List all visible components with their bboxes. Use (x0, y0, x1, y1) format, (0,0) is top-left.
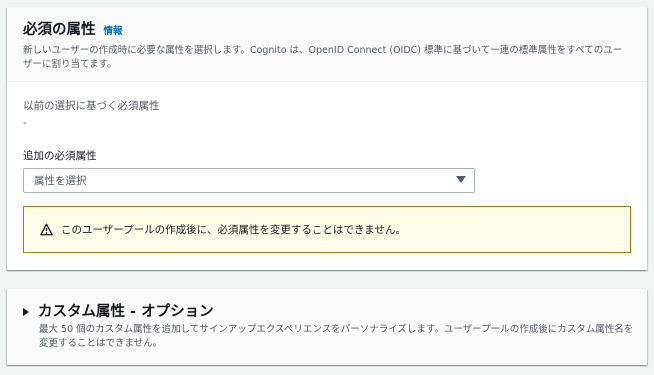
title-row: 必須の属性 情報 (23, 20, 631, 40)
panel-title: 必須の属性 (23, 22, 96, 38)
panel-header: 必須の属性 情報 新しいユーザーの作成時に必要な属性を選択します。Cognito… (7, 7, 647, 82)
panel-description: 新しいユーザーの作成時に必要な属性を選択します。Cognito は、OpenID… (23, 45, 623, 70)
previous-required-label: 以前の選択に基づく必須属性 (23, 100, 160, 112)
custom-attributes-panel: カスタム属性 - オプション 最大 50 個のカスタム属性を追加してサインアップ… (7, 289, 647, 365)
custom-attributes-expander[interactable]: カスタム属性 - オプション (23, 302, 214, 322)
required-attributes-panel: 必須の属性 情報 新しいユーザーの作成時に必要な属性を選択します。Cognito… (7, 7, 647, 270)
custom-attributes-description: 最大 50 個のカスタム属性を追加してサインアップエクスペリエンスをパーソナライ… (39, 324, 634, 349)
previous-required-value: - (23, 118, 27, 129)
warning-alert: このユーザープールの作成後に、必須属性を変更することはできません。 (23, 206, 631, 253)
warning-icon (40, 223, 53, 236)
custom-attributes-title: カスタム属性 - オプション (38, 304, 214, 320)
warning-text: このユーザープールの作成後に、必須属性を変更することはできません。 (61, 224, 407, 236)
select-placeholder: 属性を選択 (34, 175, 87, 187)
caret-down-icon (456, 176, 466, 183)
additional-required-label: 追加の必須属性 (23, 150, 97, 162)
caret-right-icon (23, 308, 29, 316)
attribute-select[interactable]: 属性を選択 (23, 168, 475, 193)
info-link[interactable]: 情報 (104, 23, 123, 37)
